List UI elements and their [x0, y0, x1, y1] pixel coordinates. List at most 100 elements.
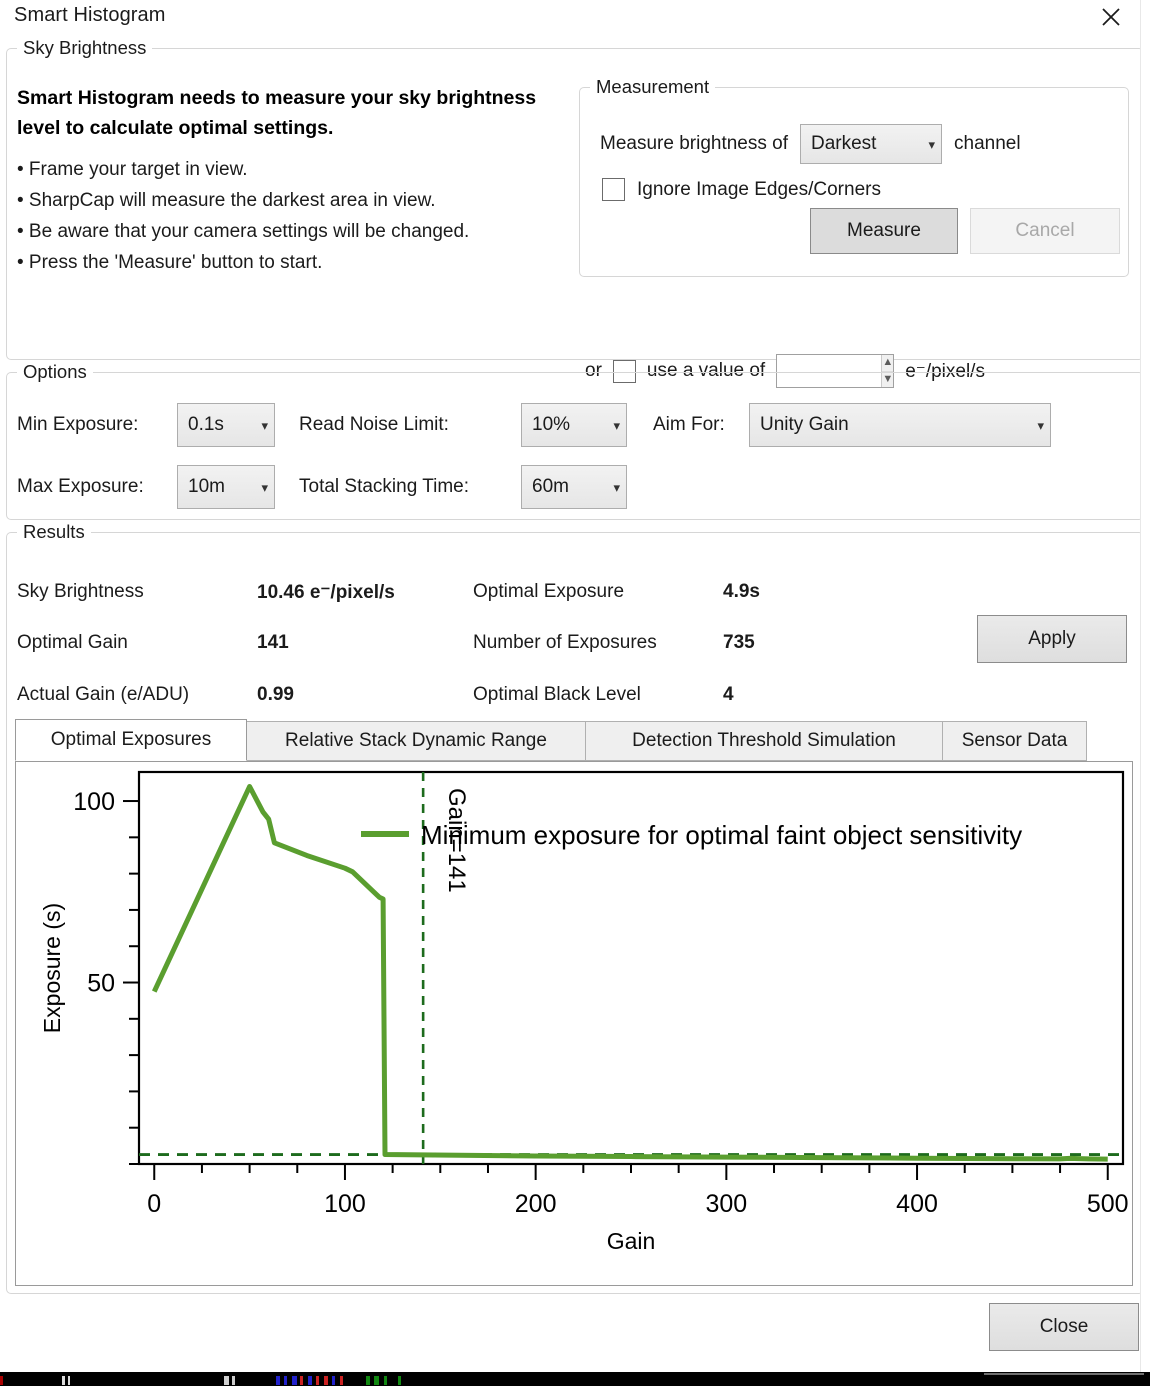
histogram-pixel	[276, 1376, 280, 1385]
apply-button[interactable]: Apply	[977, 615, 1127, 663]
svg-text:100: 100	[324, 1190, 366, 1218]
histogram-pixel	[68, 1376, 70, 1385]
svg-text:Minimum exposure for optimal f: Minimum exposure for optimal faint objec…	[421, 820, 1022, 850]
measurement-group: Measurement Measure brightness of Darkes…	[579, 76, 1129, 277]
channel-select[interactable]: Darkest ▾	[800, 124, 942, 164]
measure-brightness-label: Measure brightness of	[600, 133, 788, 154]
channel-select-value: Darkest	[811, 133, 877, 154]
results-legend: Results	[17, 521, 91, 543]
read-noise-limit-label: Read Noise Limit:	[299, 414, 449, 435]
options-row-2: Max Exposure: 10m ▾ Total Stacking Time:…	[17, 465, 627, 509]
instruction-item: • Frame your target in view.	[17, 159, 248, 180]
instruction-item: • SharpCap will measure the darkest area…	[17, 190, 436, 211]
svg-text:50: 50	[87, 970, 115, 998]
result-value: 4.9s	[723, 581, 760, 602]
max-exposure-value: 10m	[188, 476, 225, 497]
close-button[interactable]: Close	[989, 1303, 1139, 1351]
measure-button[interactable]: Measure	[810, 208, 958, 254]
chevron-down-icon: ▾	[261, 417, 268, 433]
tab-optimal-exposures[interactable]: Optimal Exposures	[15, 719, 247, 761]
max-exposure-select[interactable]: 10m ▾	[177, 465, 275, 509]
read-noise-limit-select[interactable]: 10% ▾	[521, 403, 627, 447]
svg-text:200: 200	[515, 1190, 557, 1218]
svg-text:500: 500	[1087, 1190, 1129, 1218]
stepper-up-icon[interactable]: ▲	[882, 355, 894, 372]
tab-relative-stack-dynamic-range[interactable]: Relative Stack Dynamic Range	[246, 721, 586, 761]
instruction-item: • Press the 'Measure' button to start.	[17, 252, 323, 273]
ignore-edges-checkbox[interactable]	[602, 178, 625, 201]
min-exposure-label: Min Exposure:	[17, 414, 139, 435]
min-exposure-select[interactable]: 0.1s ▾	[177, 403, 275, 447]
result-label: Number of Exposures	[473, 632, 657, 653]
sky-brightness-instructions: • Frame your target in view. • SharpCap …	[17, 154, 562, 278]
window-title: Smart Histogram	[14, 4, 166, 26]
result-label: Actual Gain (e/ADU)	[17, 684, 190, 705]
result-label: Sky Brightness	[17, 581, 144, 602]
svg-text:0: 0	[147, 1190, 161, 1218]
result-label: Optimal Exposure	[473, 581, 625, 602]
title-bar: Smart Histogram	[0, 0, 1150, 40]
tab-sensor-data[interactable]: Sensor Data	[942, 721, 1087, 761]
total-stacking-time-value: 60m	[532, 476, 569, 497]
result-value: 735	[723, 632, 755, 653]
instruction-item: • Be aware that your camera settings wil…	[17, 221, 470, 242]
result-label: Optimal Black Level	[473, 684, 641, 705]
svg-text:Exposure (s): Exposure (s)	[39, 903, 65, 1033]
chevron-down-icon: ▾	[1037, 417, 1044, 433]
tab-detection-threshold-simulation[interactable]: Detection Threshold Simulation	[585, 721, 943, 761]
histogram-pixel	[232, 1376, 235, 1385]
optimal-exposures-chart: 0 100 200 300 400 500Gain50100Exposure (s)Gai…	[39, 770, 1129, 1254]
result-value: 10.46 e⁻/pixel/s	[257, 582, 395, 603]
ignore-edges-label: Ignore Image Edges/Corners	[637, 178, 881, 200]
min-exposure-value: 0.1s	[188, 414, 224, 435]
histogram-pixel	[300, 1376, 303, 1385]
total-stacking-time-select[interactable]: 60m ▾	[521, 465, 627, 509]
histogram-pixel	[324, 1376, 328, 1385]
results-group: Results Sky Brightness 10.46 e⁻/pixel/s …	[6, 521, 1144, 1294]
options-group: Options Min Exposure: 0.1s ▾ Read Noise …	[6, 361, 1144, 520]
measurement-buttons-row: Measure Cancel	[810, 208, 1120, 254]
histogram-pixel	[316, 1376, 319, 1385]
histogram-pixel	[340, 1376, 343, 1385]
svg-text:400: 400	[896, 1190, 938, 1218]
chevron-down-icon: ▾	[928, 136, 935, 152]
sky-brightness-group: Sky Brightness Smart Histogram needs to …	[6, 37, 1144, 388]
options-legend: Options	[17, 361, 93, 383]
histogram-pixel	[366, 1376, 370, 1385]
sky-brightness-headline: Smart Histogram needs to measure your sk…	[17, 87, 537, 139]
aim-for-select[interactable]: Unity Gain ▾	[749, 403, 1051, 447]
histogram-pixel	[292, 1376, 297, 1385]
dialog-scrollbar[interactable]	[1140, 0, 1150, 1372]
read-noise-limit-value: 10%	[532, 414, 571, 435]
result-value: 4	[723, 684, 734, 705]
ignore-edges-row: Ignore Image Edges/Corners	[602, 178, 881, 201]
result-label: Optimal Gain	[17, 632, 128, 653]
chevron-down-icon: ▾	[613, 479, 620, 495]
histogram-pixel	[374, 1376, 379, 1385]
max-exposure-label: Max Exposure:	[17, 476, 144, 497]
svg-text:Gain: Gain	[607, 1228, 656, 1254]
optimal-exposures-panel: 0 100 200 300 400 500 Gain 50 100 Exposure (s) Gai…	[15, 761, 1133, 1286]
svg-text:100: 100	[73, 788, 115, 816]
result-value: 0.99	[257, 684, 294, 705]
channel-suffix-label: channel	[954, 133, 1021, 154]
svg-text:300: 300	[705, 1190, 747, 1218]
aim-for-label: Aim For:	[653, 414, 725, 435]
histogram-pixel	[0, 1376, 3, 1385]
strip-highlight	[984, 1373, 1144, 1375]
cancel-button[interactable]: Cancel	[970, 208, 1120, 254]
histogram-pixel	[224, 1376, 229, 1385]
sky-brightness-legend: Sky Brightness	[17, 37, 153, 59]
smart-histogram-dialog: Smart Histogram Sky Brightness Smart His…	[0, 0, 1150, 1372]
measurement-legend: Measurement	[590, 76, 716, 98]
histogram-pixel	[284, 1376, 287, 1385]
histogram-pixel	[62, 1376, 65, 1385]
histogram-pixel	[384, 1376, 387, 1385]
total-stacking-time-label: Total Stacking Time:	[299, 476, 470, 497]
chevron-down-icon: ▾	[613, 417, 620, 433]
histogram-pixel	[308, 1376, 312, 1385]
result-value: 141	[257, 632, 289, 653]
close-icon[interactable]	[1094, 0, 1128, 34]
results-tabstrip: Optimal Exposures Relative Stack Dynamic…	[15, 719, 1133, 761]
histogram-pixel	[398, 1376, 401, 1385]
